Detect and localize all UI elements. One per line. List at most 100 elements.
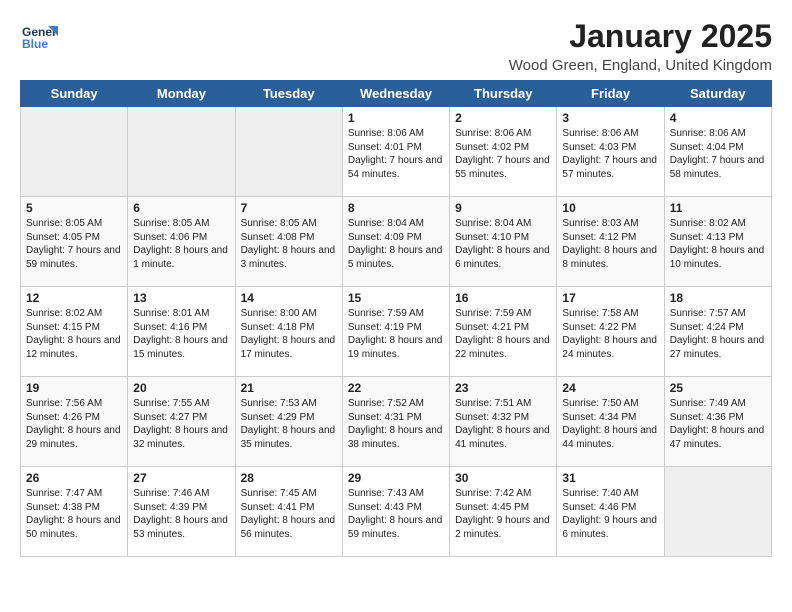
day-info: Sunrise: 7:47 AM Sunset: 4:38 PM Dayligh… bbox=[26, 487, 122, 541]
calendar-cell bbox=[21, 107, 128, 197]
col-monday: Monday bbox=[128, 81, 235, 107]
day-info: Sunrise: 8:00 AM Sunset: 4:18 PM Dayligh… bbox=[241, 307, 337, 361]
calendar-cell: 31Sunrise: 7:40 AM Sunset: 4:46 PM Dayli… bbox=[557, 467, 664, 557]
calendar-cell: 5 Sunrise: 8:05 AM Sunset: 4:05 PM Daylig… bbox=[21, 197, 128, 287]
day-number: 4 bbox=[670, 111, 766, 125]
day-info: Sunrise: 7:40 AM Sunset: 4:46 PM Dayligh… bbox=[562, 487, 658, 541]
calendar-cell bbox=[664, 467, 771, 557]
col-friday: Friday bbox=[557, 81, 664, 107]
calendar-table: Sunday Monday Tuesday Wednesday Thursday… bbox=[20, 80, 772, 557]
header: General Blue January 2025 Wood Green, En… bbox=[20, 18, 772, 74]
day-info: Sunrise: 7:58 AM Sunset: 4:22 PM Dayligh… bbox=[562, 307, 658, 361]
day-number: 13 bbox=[133, 291, 229, 305]
calendar-cell: 30Sunrise: 7:42 AM Sunset: 4:45 PM Dayli… bbox=[450, 467, 557, 557]
day-info: Sunrise: 7:46 AM Sunset: 4:39 PM Dayligh… bbox=[133, 487, 229, 541]
day-number: 3 bbox=[562, 111, 658, 125]
day-info: Sunrise: 8:02 AM Sunset: 4:13 PM Dayligh… bbox=[670, 217, 766, 271]
day-info: Sunrise: 7:59 AM Sunset: 4:19 PM Dayligh… bbox=[348, 307, 444, 361]
day-number: 2 bbox=[455, 111, 551, 125]
day-number: 10 bbox=[562, 201, 658, 215]
day-number: 1 bbox=[348, 111, 444, 125]
day-info: Sunrise: 8:06 AM Sunset: 4:01 PM Dayligh… bbox=[348, 127, 444, 181]
day-number: 29 bbox=[348, 471, 444, 485]
calendar-cell: 12 Sunrise: 8:02 AM Sunset: 4:15 PM Dayli… bbox=[21, 287, 128, 377]
calendar-cell: 22Sunrise: 7:52 AM Sunset: 4:31 PM Dayli… bbox=[342, 377, 449, 467]
calendar-cell: 15Sunrise: 7:59 AM Sunset: 4:19 PM Dayli… bbox=[342, 287, 449, 377]
day-info: Sunrise: 7:42 AM Sunset: 4:45 PM Dayligh… bbox=[455, 487, 551, 541]
day-info: Sunrise: 8:06 AM Sunset: 4:04 PM Dayligh… bbox=[670, 127, 766, 181]
page: General Blue January 2025 Wood Green, En… bbox=[0, 0, 792, 567]
day-info: Sunrise: 8:01 AM Sunset: 4:16 PM Dayligh… bbox=[133, 307, 229, 361]
day-info: Sunrise: 8:05 AM Sunset: 4:06 PM Dayligh… bbox=[133, 217, 229, 271]
day-info: Sunrise: 7:52 AM Sunset: 4:31 PM Dayligh… bbox=[348, 397, 444, 451]
logo-icon: General Blue bbox=[20, 18, 58, 56]
calendar-cell: 6Sunrise: 8:05 AM Sunset: 4:06 PM Daylig… bbox=[128, 197, 235, 287]
subtitle: Wood Green, England, United Kingdom bbox=[509, 57, 772, 74]
day-info: Sunrise: 8:03 AM Sunset: 4:12 PM Dayligh… bbox=[562, 217, 658, 271]
day-info: Sunrise: 7:57 AM Sunset: 4:24 PM Dayligh… bbox=[670, 307, 766, 361]
calendar-cell: 8 Sunrise: 8:04 AM Sunset: 4:09 PM Daylig… bbox=[342, 197, 449, 287]
calendar-cell bbox=[128, 107, 235, 197]
calendar-cell: 21 Sunrise: 7:53 AM Sunset: 4:29 PM Dayli… bbox=[235, 377, 342, 467]
day-info: Sunrise: 8:04 AM Sunset: 4:09 PM Dayligh… bbox=[348, 217, 444, 271]
calendar-cell: 7 Sunrise: 8:05 AM Sunset: 4:08 PM Daylig… bbox=[235, 197, 342, 287]
day-number: 16 bbox=[455, 291, 551, 305]
day-number: 26 bbox=[26, 471, 122, 485]
calendar-cell: 24 Sunrise: 7:50 AM Sunset: 4:34 PM Dayli… bbox=[557, 377, 664, 467]
week-row-4: 19 Sunrise: 7:56 AM Sunset: 4:26 PM Dayli… bbox=[21, 377, 772, 467]
day-number: 8 bbox=[348, 201, 444, 215]
calendar-cell: 20 Sunrise: 7:55 AM Sunset: 4:27 PM Dayli… bbox=[128, 377, 235, 467]
day-info: Sunrise: 8:02 AM Sunset: 4:15 PM Dayligh… bbox=[26, 307, 122, 361]
day-info: Sunrise: 7:45 AM Sunset: 4:41 PM Dayligh… bbox=[241, 487, 337, 541]
day-info: Sunrise: 7:43 AM Sunset: 4:43 PM Dayligh… bbox=[348, 487, 444, 541]
logo: General Blue bbox=[20, 18, 58, 56]
day-info: Sunrise: 7:55 AM Sunset: 4:27 PM Dayligh… bbox=[133, 397, 229, 451]
day-info: Sunrise: 7:50 AM Sunset: 4:34 PM Dayligh… bbox=[562, 397, 658, 451]
calendar-cell: 1 Sunrise: 8:06 AM Sunset: 4:01 PM Daylig… bbox=[342, 107, 449, 197]
title-block: January 2025 Wood Green, England, United… bbox=[509, 18, 772, 74]
day-number: 9 bbox=[455, 201, 551, 215]
day-number: 12 bbox=[26, 291, 122, 305]
day-number: 19 bbox=[26, 381, 122, 395]
calendar-cell: 29 Sunrise: 7:43 AM Sunset: 4:43 PM Dayli… bbox=[342, 467, 449, 557]
day-number: 14 bbox=[241, 291, 337, 305]
day-info: Sunrise: 7:51 AM Sunset: 4:32 PM Dayligh… bbox=[455, 397, 551, 451]
calendar-cell: 28 Sunrise: 7:45 AM Sunset: 4:41 PM Dayli… bbox=[235, 467, 342, 557]
calendar-cell: 14 Sunrise: 8:00 AM Sunset: 4:18 PM Dayli… bbox=[235, 287, 342, 377]
col-tuesday: Tuesday bbox=[235, 81, 342, 107]
day-number: 28 bbox=[241, 471, 337, 485]
day-number: 25 bbox=[670, 381, 766, 395]
calendar-cell: 23 Sunrise: 7:51 AM Sunset: 4:32 PM Dayli… bbox=[450, 377, 557, 467]
day-header-row: Sunday Monday Tuesday Wednesday Thursday… bbox=[21, 81, 772, 107]
day-number: 23 bbox=[455, 381, 551, 395]
col-wednesday: Wednesday bbox=[342, 81, 449, 107]
day-info: Sunrise: 7:49 AM Sunset: 4:36 PM Dayligh… bbox=[670, 397, 766, 451]
day-info: Sunrise: 8:04 AM Sunset: 4:10 PM Dayligh… bbox=[455, 217, 551, 271]
calendar-cell bbox=[235, 107, 342, 197]
calendar-cell: 13 Sunrise: 8:01 AM Sunset: 4:16 PM Dayli… bbox=[128, 287, 235, 377]
day-info: Sunrise: 8:06 AM Sunset: 4:02 PM Dayligh… bbox=[455, 127, 551, 181]
calendar-cell: 17 Sunrise: 7:58 AM Sunset: 4:22 PM Dayli… bbox=[557, 287, 664, 377]
main-title: January 2025 bbox=[509, 18, 772, 55]
day-number: 20 bbox=[133, 381, 229, 395]
day-number: 27 bbox=[133, 471, 229, 485]
calendar-cell: 27 Sunrise: 7:46 AM Sunset: 4:39 PM Dayli… bbox=[128, 467, 235, 557]
calendar-cell: 3Sunrise: 8:06 AM Sunset: 4:03 PM Daylig… bbox=[557, 107, 664, 197]
calendar-cell: 10 Sunrise: 8:03 AM Sunset: 4:12 PM Dayli… bbox=[557, 197, 664, 287]
day-number: 5 bbox=[26, 201, 122, 215]
calendar-cell: 4 Sunrise: 8:06 AM Sunset: 4:04 PM Daylig… bbox=[664, 107, 771, 197]
col-sunday: Sunday bbox=[21, 81, 128, 107]
day-number: 7 bbox=[241, 201, 337, 215]
day-number: 17 bbox=[562, 291, 658, 305]
day-info: Sunrise: 7:56 AM Sunset: 4:26 PM Dayligh… bbox=[26, 397, 122, 451]
day-number: 11 bbox=[670, 201, 766, 215]
week-row-3: 12 Sunrise: 8:02 AM Sunset: 4:15 PM Dayli… bbox=[21, 287, 772, 377]
calendar-cell: 2 Sunrise: 8:06 AM Sunset: 4:02 PM Daylig… bbox=[450, 107, 557, 197]
day-info: Sunrise: 8:05 AM Sunset: 4:08 PM Dayligh… bbox=[241, 217, 337, 271]
week-row-1: 1 Sunrise: 8:06 AM Sunset: 4:01 PM Daylig… bbox=[21, 107, 772, 197]
day-number: 21 bbox=[241, 381, 337, 395]
calendar-cell: 19 Sunrise: 7:56 AM Sunset: 4:26 PM Dayli… bbox=[21, 377, 128, 467]
day-info: Sunrise: 8:05 AM Sunset: 4:05 PM Dayligh… bbox=[26, 217, 122, 271]
day-number: 24 bbox=[562, 381, 658, 395]
day-info: Sunrise: 7:53 AM Sunset: 4:29 PM Dayligh… bbox=[241, 397, 337, 451]
